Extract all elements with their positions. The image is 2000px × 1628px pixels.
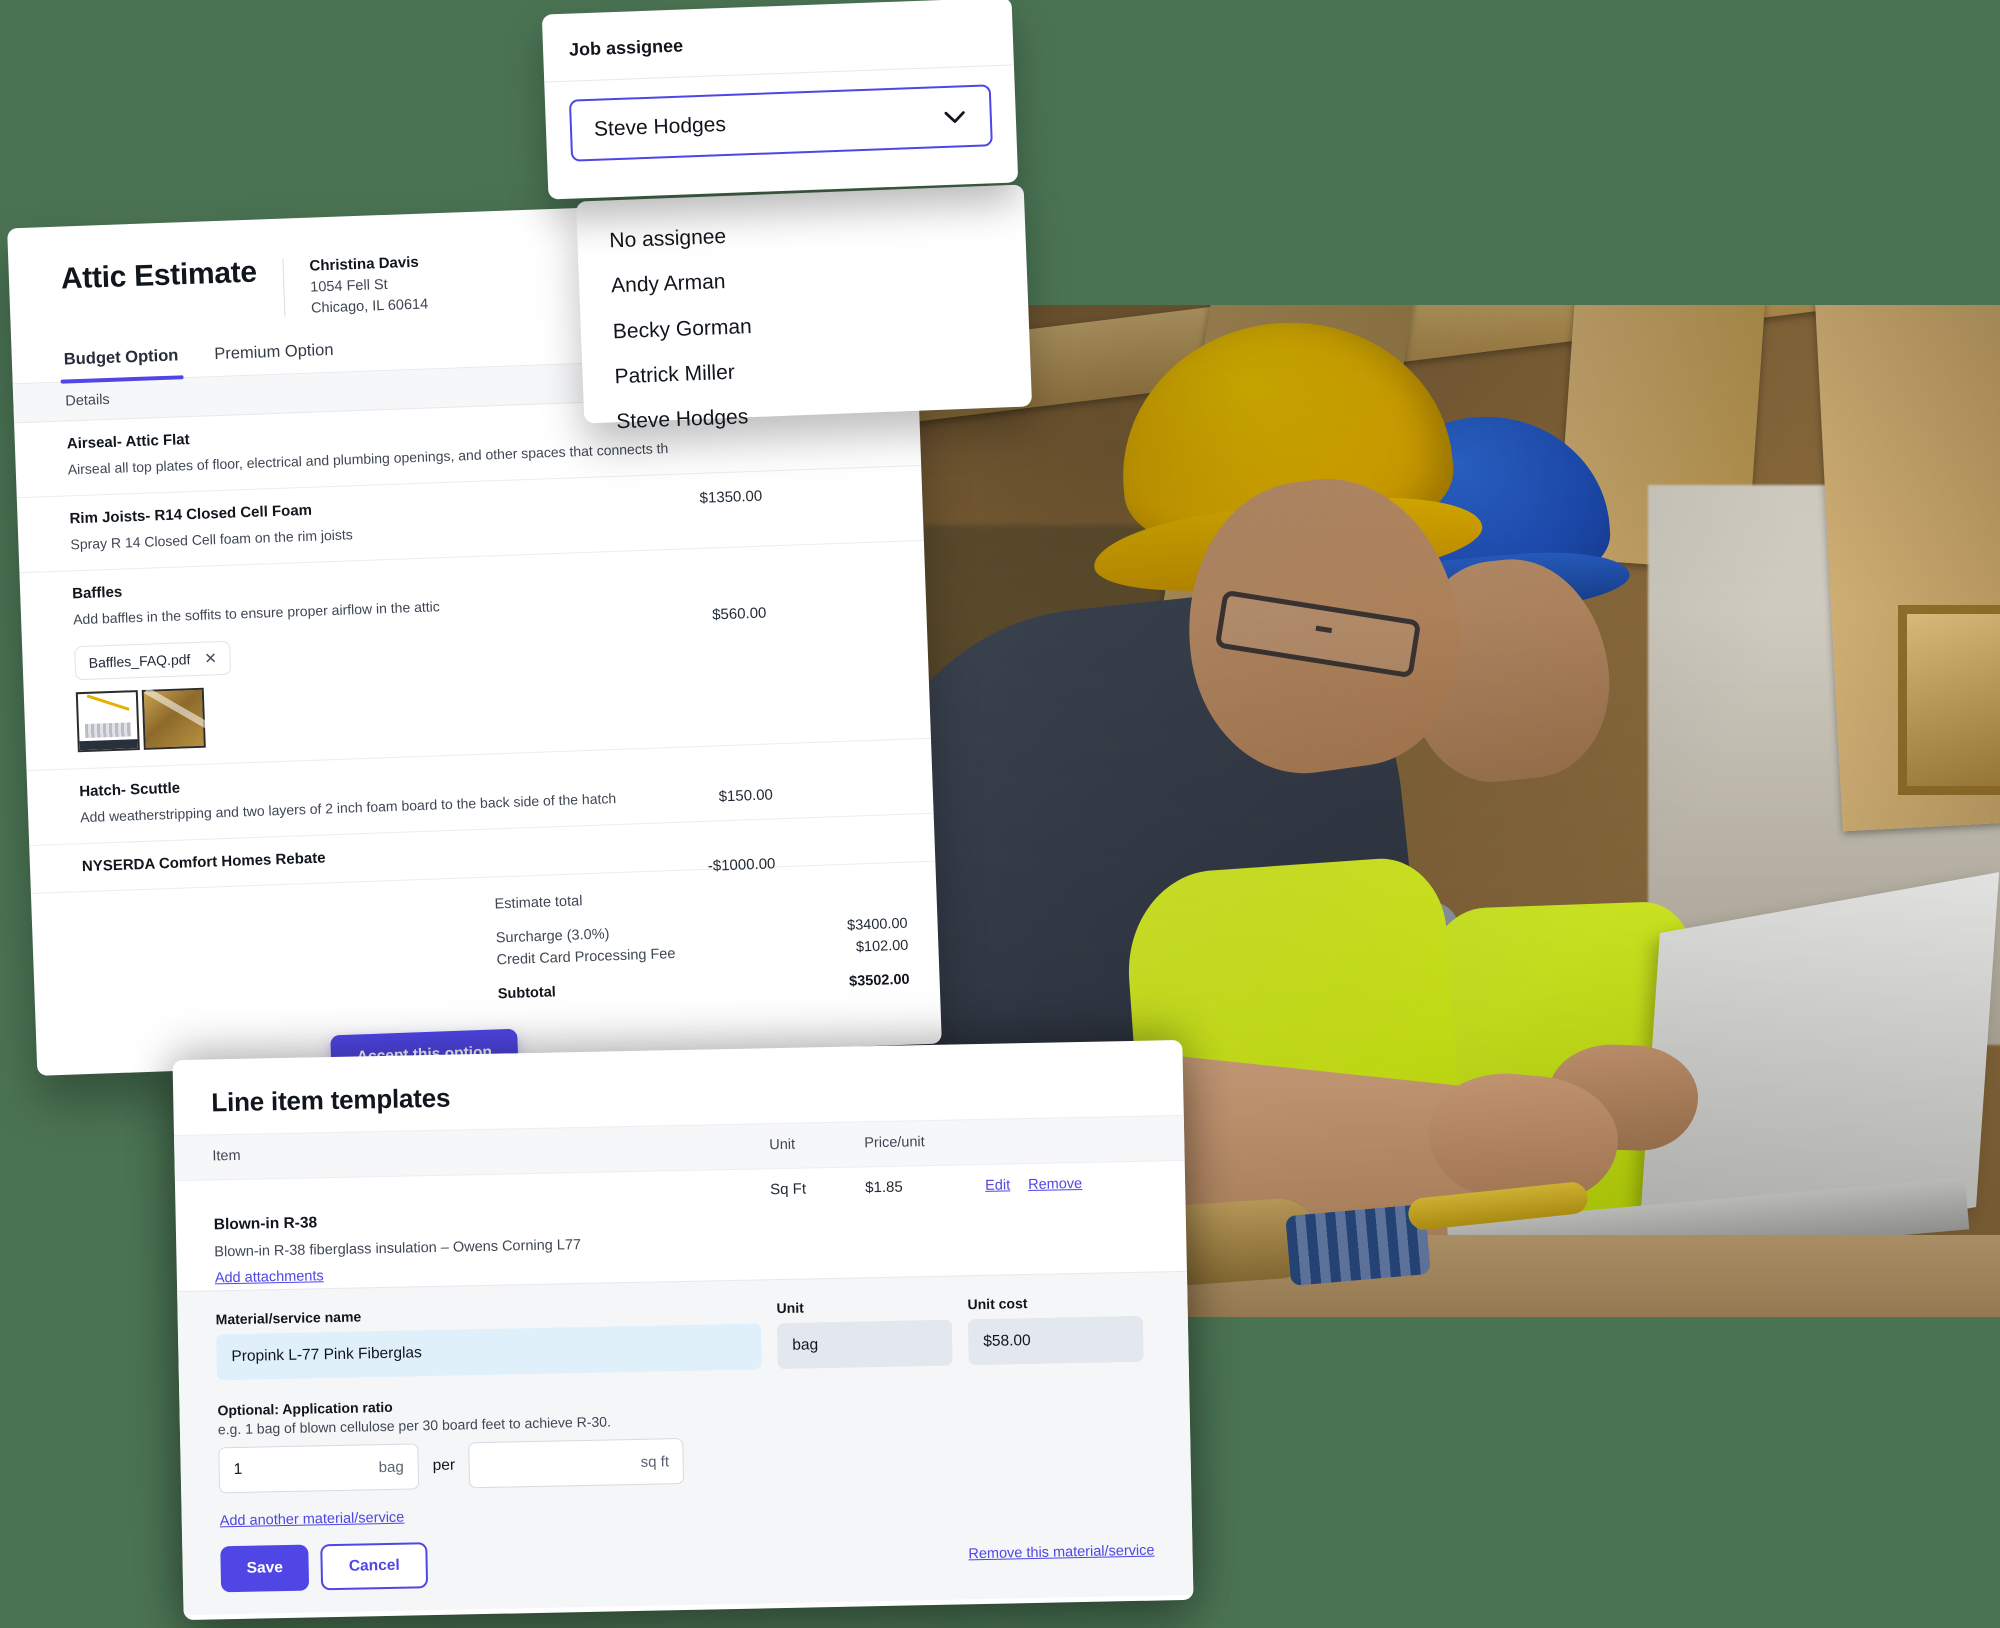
edit-link[interactable]: Edit: [985, 1177, 1010, 1193]
material-name-input[interactable]: Propink L-77 Pink Fiberglas: [215, 1323, 762, 1381]
assignee-dropdown-menu: No assignee Andy Arman Becky Gorman Patr…: [575, 184, 1033, 433]
total-value: [755, 894, 907, 899]
chevron-down-icon[interactable]: [939, 101, 970, 132]
attic-photo-thumbnail[interactable]: [141, 687, 206, 750]
customer-block: Christina Davis 1054 Fell St Chicago, IL…: [283, 249, 428, 320]
remove-link[interactable]: Remove: [1028, 1176, 1082, 1193]
attachment-filename: Baffles_FAQ.pdf: [88, 650, 191, 671]
ratio-area-suffix: sq ft: [640, 1452, 670, 1471]
customer-name: Christina Davis: [309, 253, 419, 275]
application-ratio-row: 1 bag per sq ft: [218, 1429, 1153, 1494]
cancel-button[interactable]: Cancel: [320, 1542, 429, 1591]
screenshot-stage: Attic Estimate Christina Davis 1054 Fell…: [0, 0, 2000, 1628]
baffle-diagram-thumbnail[interactable]: [75, 689, 140, 752]
close-icon[interactable]: ✕: [204, 649, 217, 667]
tab-premium-option[interactable]: Premium Option: [214, 341, 334, 376]
line-item-amount: $1350.00: [699, 487, 763, 507]
line-item-templates-card: Line item templates Item Unit Price/unit…: [172, 1039, 1194, 1621]
unit-cost-label: Unit cost: [967, 1295, 1028, 1313]
tab-budget-option[interactable]: Budget Option: [64, 346, 180, 381]
line-item-amount: $150.00: [718, 786, 774, 806]
unit-field: Unit bag: [776, 1297, 953, 1370]
customer-address-line-2: Chicago, IL 60614: [310, 296, 429, 317]
page-title: Attic Estimate: [60, 255, 258, 296]
ratio-quantity-suffix: bag: [378, 1458, 404, 1476]
unit-label: Unit: [776, 1299, 804, 1317]
material-name-label: Material/service name: [215, 1308, 362, 1328]
assignee-selected-value: Steve Hodges: [593, 113, 727, 141]
column-header-item: Item: [212, 1147, 241, 1165]
ratio-quantity-value: 1: [233, 1460, 243, 1479]
total-value: $102.00: [855, 937, 909, 956]
material-name-field: Material/service name Propink L-77 Pink …: [215, 1300, 762, 1381]
add-another-material-service-link[interactable]: Add another material/service: [220, 1510, 405, 1530]
job-assignee-card: Job assignee Steve Hodges: [541, 0, 1019, 200]
template-description: Blown-in R-38 fiberglass insulation – Ow…: [214, 1237, 582, 1261]
template-price: $1.85: [865, 1178, 903, 1197]
ratio-per-label: per: [432, 1456, 456, 1475]
attachment-thumbnails: [75, 663, 901, 752]
template-name: Blown-in R-38: [213, 1214, 318, 1234]
ratio-quantity-input[interactable]: 1 bag: [218, 1443, 420, 1494]
column-header-price: Price/unit: [864, 1134, 925, 1152]
unit-cost-field: Unit cost $58.00: [967, 1293, 1144, 1366]
total-value: $3400.00: [846, 915, 908, 934]
total-label: Estimate total: [494, 893, 583, 913]
template-unit: Sq Ft: [770, 1180, 807, 1199]
table-row: Blown-in R-38 Blown-in R-38 fiberglass i…: [175, 1161, 1187, 1291]
assignee-select-wrapper: Steve Hodges: [544, 65, 1017, 162]
add-attachments-link[interactable]: Add attachments: [215, 1268, 324, 1286]
assignee-select[interactable]: Steve Hodges: [568, 84, 993, 162]
ratio-area-input[interactable]: sq ft: [468, 1438, 685, 1489]
attachment-chip[interactable]: Baffles_FAQ.pdf ✕: [74, 640, 232, 680]
column-header-unit: Unit: [769, 1136, 796, 1154]
save-button[interactable]: Save: [220, 1544, 310, 1593]
unit-cost-input[interactable]: $58.00: [967, 1315, 1144, 1366]
line-item-amount: -$1000.00: [707, 855, 776, 875]
line-item-amount: $560.00: [711, 604, 767, 624]
total-value: $3502.00: [848, 971, 910, 990]
form-top-row: Material/service name Propink L-77 Pink …: [216, 1293, 1151, 1381]
table-row[interactable]: Baffles Add baffles in the soffits to en…: [19, 541, 931, 771]
total-label: Subtotal: [497, 984, 557, 1003]
unit-input[interactable]: bag: [776, 1319, 953, 1370]
material-service-form: Material/service name Propink L-77 Pink …: [177, 1270, 1194, 1616]
